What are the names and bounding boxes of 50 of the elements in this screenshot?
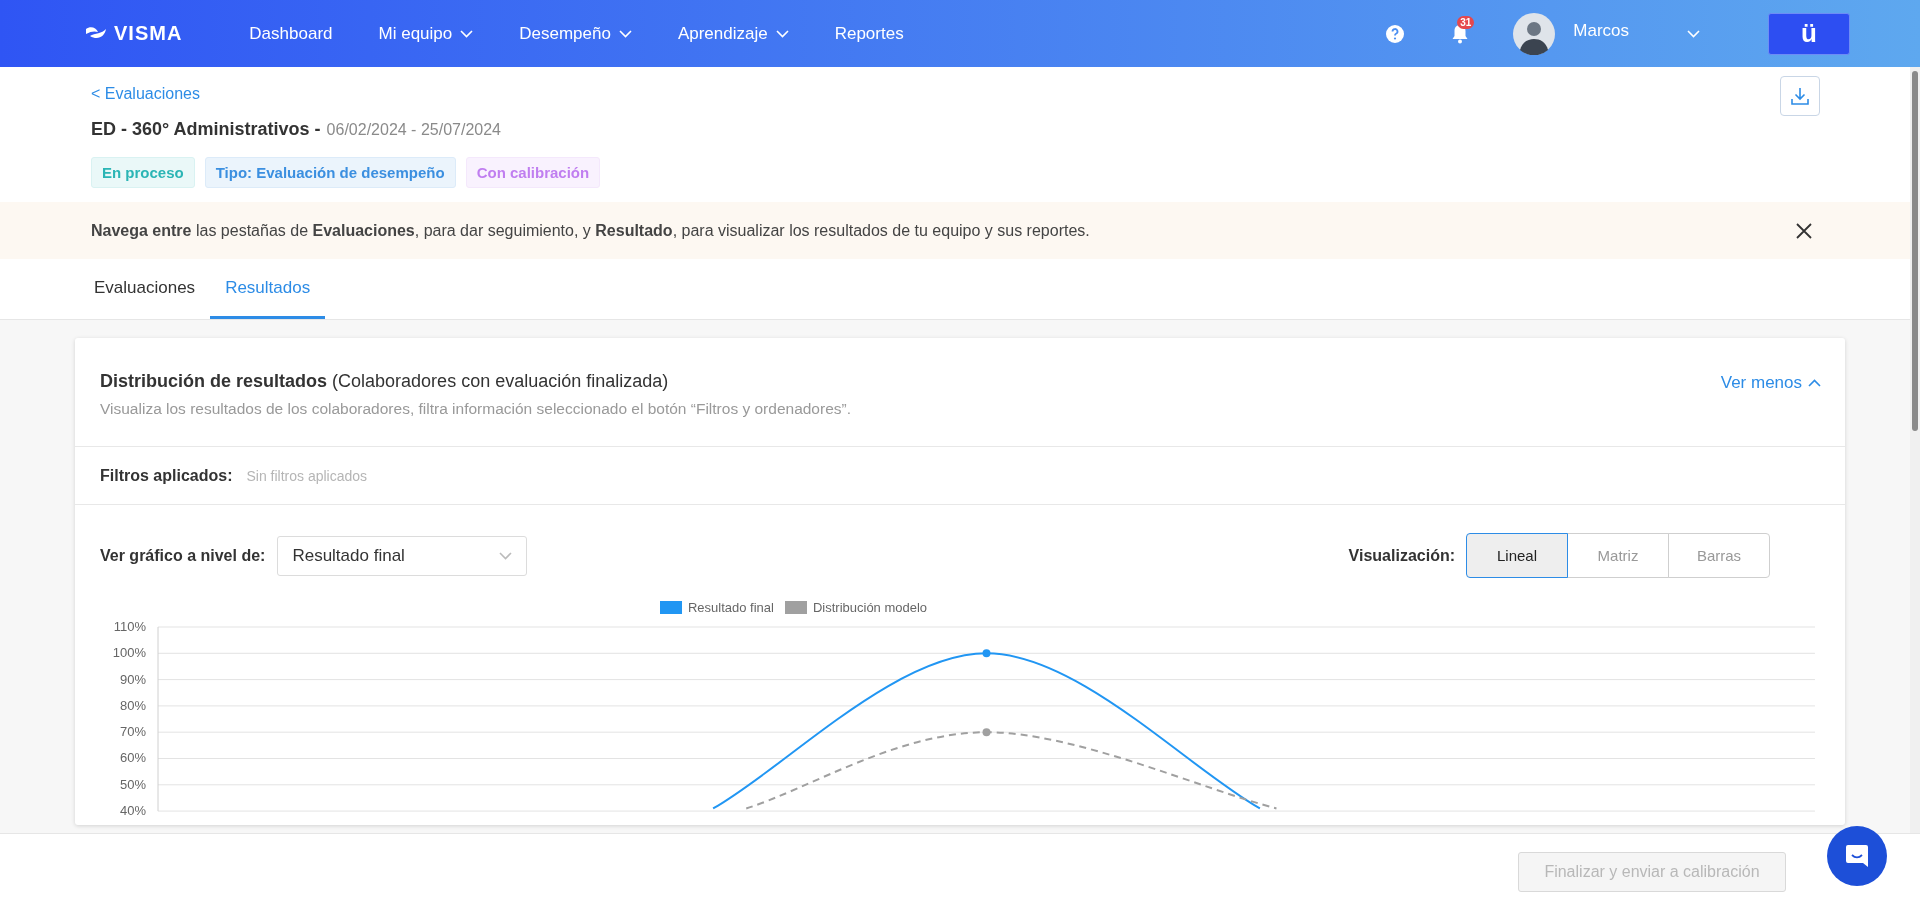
filters-label: Filtros aplicados: xyxy=(100,466,233,485)
help-icon[interactable] xyxy=(1385,23,1406,44)
view-toggle-button[interactable]: Barras xyxy=(1668,533,1770,578)
nav-menu-item[interactable]: Mi equipo xyxy=(355,0,497,67)
download-icon xyxy=(1790,86,1810,106)
avatar-icon xyxy=(1513,12,1556,55)
view-toggle-button[interactable]: Lineal xyxy=(1466,533,1568,578)
scrollbar[interactable] xyxy=(1910,67,1920,833)
level-label: Ver gráfico a nivel de: xyxy=(100,546,266,565)
nav-menu-item[interactable]: Desempeño xyxy=(496,0,655,67)
axis-tick-label: 80% xyxy=(120,697,146,713)
axis-tick-label: 50% xyxy=(120,776,146,792)
card-title: Distribución de resultados (Colaboradores con evaluación finalizada) xyxy=(100,371,670,392)
chevron-down-icon xyxy=(1687,29,1700,38)
tab[interactable]: Resultados xyxy=(210,259,326,319)
nav-menu-item[interactable]: Aprendizaje xyxy=(654,0,812,67)
level-dropdown[interactable]: Resultado final xyxy=(277,535,528,576)
chevron-up-icon xyxy=(1808,379,1821,387)
filters-value: Sin filtros aplicados xyxy=(246,467,368,484)
status-tag: En proceso xyxy=(91,157,195,188)
user-menu[interactable]: Marcos xyxy=(1513,12,1700,55)
axis-tick-label: 60% xyxy=(120,750,146,766)
notification-badge: 31 xyxy=(1457,15,1475,29)
axis-tick-label: 100% xyxy=(112,645,146,661)
back-link[interactable]: < Evaluaciones xyxy=(91,85,200,103)
chevron-down-icon xyxy=(499,551,513,560)
view-toggle-button[interactable]: Matriz xyxy=(1567,533,1669,578)
close-icon xyxy=(1796,222,1812,239)
axis-tick-label: 40% xyxy=(120,803,146,819)
axis-tick-label: 70% xyxy=(120,724,146,740)
evaluation-title: ED - 360° Administrativos - xyxy=(91,119,321,140)
chat-icon xyxy=(1844,843,1870,869)
tab[interactable]: Evaluaciones xyxy=(79,259,211,319)
legend-label[interactable]: Distribución modelo xyxy=(813,600,928,615)
status-tag: Con calibración xyxy=(465,157,601,188)
card-subtitle: Visualiza los resultados de los colaboradores, filtra información seleccionado el botón “Filtros y ordenadores”. xyxy=(100,400,851,418)
nav-menu-item[interactable]: Dashboard xyxy=(226,0,356,67)
close-button[interactable] xyxy=(1796,222,1812,239)
logo-text: VISMA xyxy=(114,22,183,45)
date-range: 06/02/2024 - 25/07/2024 xyxy=(326,121,501,139)
status-tag: Tipo: Evaluación de desempeño xyxy=(204,157,456,188)
app-button[interactable]: ü xyxy=(1768,12,1850,55)
info-message: Navega entre las pestañas de Evaluaciones, para dar seguimiento, y Resultado, para visualizar los resultados de tu equipo y sus reportes. xyxy=(91,221,1090,240)
legend-label[interactable]: Resultado final xyxy=(688,600,774,615)
axis-tick-label: 110% xyxy=(113,619,146,634)
axis-tick-label: 90% xyxy=(120,671,146,687)
nav-menu-item[interactable]: Reportes xyxy=(811,0,927,67)
visualization-label: Visualización: xyxy=(1348,546,1455,565)
collapse-toggle[interactable]: Ver menos xyxy=(1720,373,1821,393)
download-button[interactable] xyxy=(1780,76,1820,116)
